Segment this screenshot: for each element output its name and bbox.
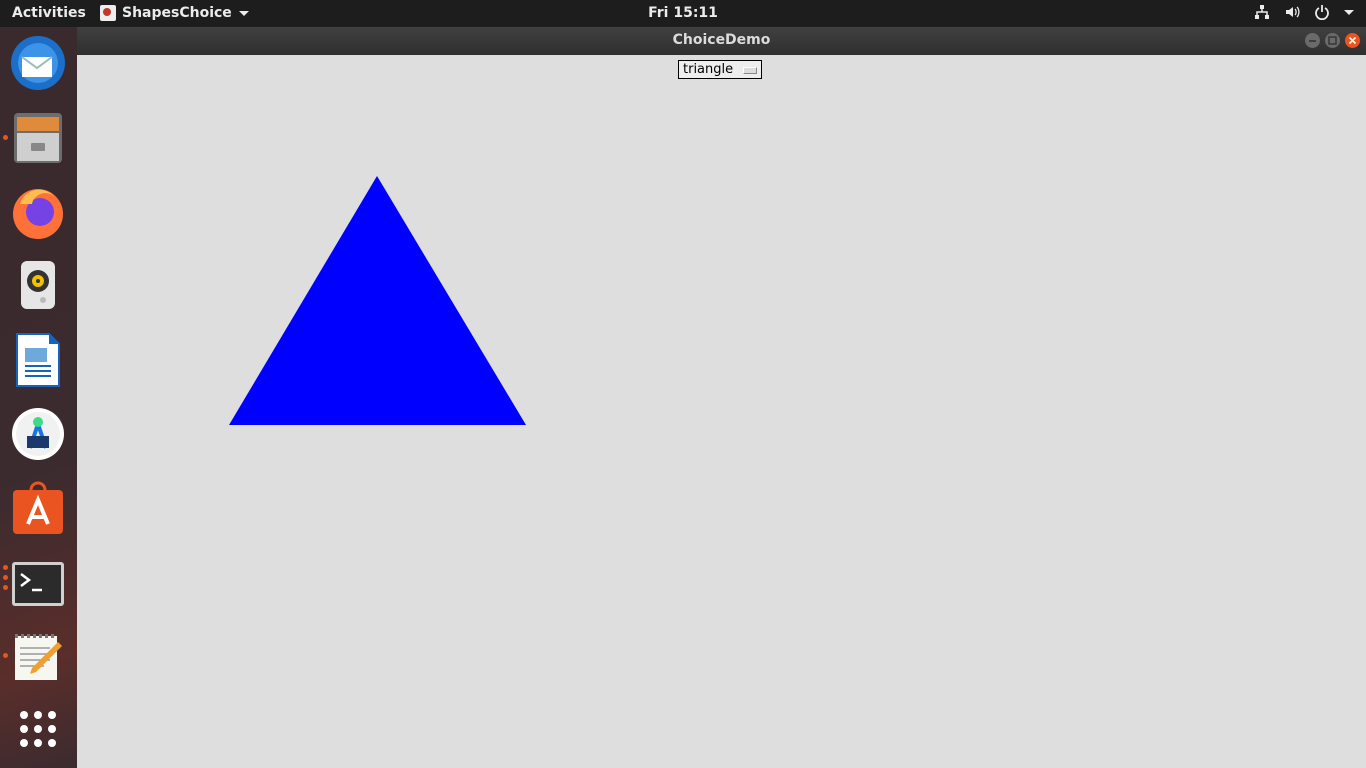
volume-icon[interactable] [1284,4,1300,20]
app-icon [100,5,116,21]
text-editor-icon[interactable] [10,628,66,684]
terminal-icon[interactable] [10,556,66,612]
rhythmbox-icon[interactable] [10,257,66,313]
activities-button[interactable]: Activities [12,5,86,21]
window-title: ChoiceDemo [672,32,771,48]
app-menu-label: ShapesChoice [122,5,232,21]
thunderbird-icon[interactable] [10,35,66,91]
clock[interactable]: Fri 15:11 [648,5,718,21]
maximize-button[interactable] [1325,33,1340,48]
dock [0,27,77,768]
android-studio-icon[interactable] [10,406,66,462]
shape-choice-dropdown[interactable]: triangle [678,60,762,79]
window-content: triangle [77,55,1366,768]
window-titlebar[interactable]: ChoiceDemo [77,27,1366,55]
triangle-shape [229,176,526,425]
top-bar: Activities ShapesChoice Fri 15:11 [0,0,1366,27]
minimize-button[interactable] [1305,33,1320,48]
show-applications-icon[interactable] [10,701,66,757]
ubuntu-software-icon[interactable] [10,480,66,536]
chevron-down-icon[interactable] [1344,9,1354,15]
dropdown-indicator-icon [743,67,757,74]
network-icon[interactable] [1254,4,1270,20]
drawing-canvas [229,176,526,425]
chevron-down-icon [238,10,249,16]
close-button[interactable] [1345,33,1360,48]
libreoffice-writer-icon[interactable] [10,332,66,388]
app-menu[interactable]: ShapesChoice [100,5,249,21]
power-icon[interactable] [1314,4,1330,20]
choice-selected-value: triangle [683,62,734,77]
files-icon[interactable] [10,110,66,166]
firefox-icon[interactable] [10,184,66,240]
system-tray[interactable] [1254,4,1354,20]
